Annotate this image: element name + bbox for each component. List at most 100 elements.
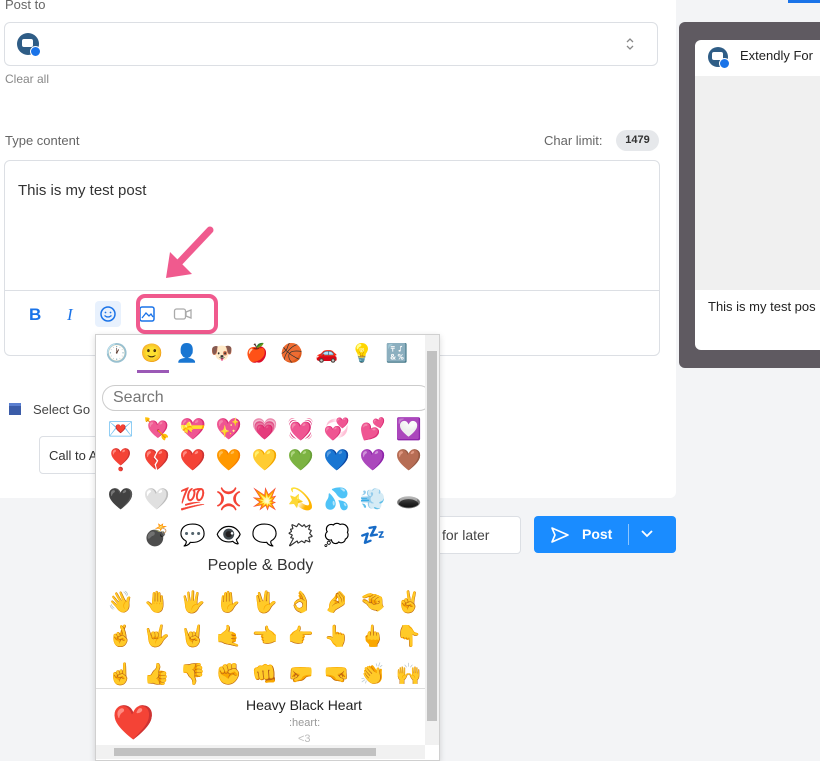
annotation-arrow	[166, 226, 214, 278]
content-editor[interactable]: This is my test post B I	[4, 160, 660, 356]
emoji-item[interactable]: 💔	[140, 448, 174, 474]
content-text[interactable]: This is my test post	[18, 182, 146, 199]
smiley-icon	[100, 306, 116, 322]
emoji-item[interactable]: 💯	[176, 487, 210, 513]
preview-emoji-code: :heart:	[289, 717, 321, 729]
emoji-item[interactable]: ☝️	[104, 662, 138, 688]
emoji-item[interactable]: 💓	[284, 417, 318, 443]
emoji-item[interactable]: 🤘	[176, 624, 210, 650]
emoji-item[interactable]: 💬	[176, 523, 210, 549]
emoji-item[interactable]: 👋	[104, 590, 138, 616]
emoji-category-tab[interactable]: 🏀	[279, 343, 305, 364]
emoji-item[interactable]: 💙	[320, 448, 354, 474]
emoji-item[interactable]: 👊	[248, 662, 282, 688]
emoji-item[interactable]: 🖐️	[176, 590, 210, 616]
emoji-category-tab[interactable]: 🚗	[314, 343, 340, 364]
emoji-item[interactable]: 🗨️	[248, 523, 282, 549]
emoji-item[interactable]: 🧡	[212, 448, 246, 474]
emoji-item[interactable]: 🖤	[104, 487, 138, 513]
emoji-category-tab[interactable]: 💡	[349, 343, 375, 364]
emoji-item[interactable]: ✊	[212, 662, 246, 688]
send-icon	[551, 527, 569, 543]
emoji-item[interactable]: 💗	[248, 417, 282, 443]
emoji-item[interactable]: 👈	[248, 624, 282, 650]
emoji-item[interactable]: 👇	[392, 624, 426, 650]
emoji-item[interactable]: 💚	[284, 448, 318, 474]
emoji-item[interactable]: 🤎	[392, 448, 426, 474]
emoji-item[interactable]: 🤚	[140, 590, 174, 616]
emoji-item[interactable]: 🤏	[356, 590, 390, 616]
annotation-highlight-box	[136, 294, 218, 334]
emoji-item[interactable]: 💥	[248, 487, 282, 513]
call-to-action-text: Call to A	[49, 448, 98, 463]
emoji-item[interactable]: 🤜	[320, 662, 354, 688]
emoji-item[interactable]: 💕	[356, 417, 390, 443]
emoji-item[interactable]: ✋	[212, 590, 246, 616]
emoji-item[interactable]: 💖	[212, 417, 246, 443]
preview-post-text: This is my test pos	[708, 299, 816, 314]
emoji-item[interactable]: 👆	[320, 624, 354, 650]
italic-button[interactable]: I	[67, 305, 73, 325]
emoji-item[interactable]: 💞	[320, 417, 354, 443]
emoji-item[interactable]: 🤌	[320, 590, 354, 616]
chevron-down-icon[interactable]	[640, 529, 654, 539]
emoji-item[interactable]: 💨	[356, 487, 390, 513]
account-select[interactable]	[4, 22, 658, 66]
picker-scrollbar[interactable]	[425, 335, 439, 745]
emoji-item[interactable]: ✌️	[392, 590, 426, 616]
business-icon	[9, 403, 21, 415]
emoji-item[interactable]: 💦	[320, 487, 354, 513]
preview-emoji: ❤️	[112, 704, 155, 742]
emoji-category-tab[interactable]: 🔣	[384, 343, 410, 364]
emoji-category-tab[interactable]: 🍎	[244, 343, 270, 364]
emoji-category-tab[interactable]: 🙂	[139, 343, 165, 364]
emoji-item[interactable]: 👎	[176, 662, 210, 688]
post-to-label: Post to	[5, 0, 46, 12]
emoji-category-tab[interactable]: 👤	[174, 343, 200, 364]
emoji-item[interactable]: 🙌	[392, 662, 426, 688]
emoji-item[interactable]: 🤙	[212, 624, 246, 650]
emoji-item[interactable]: 👏	[356, 662, 390, 688]
clear-all-link[interactable]: Clear all	[5, 72, 49, 86]
emoji-item[interactable]: ❣️	[104, 448, 138, 474]
emoji-item[interactable]: 👍	[140, 662, 174, 688]
emoji-item[interactable]: 💢	[212, 487, 246, 513]
emoji-item[interactable]: 💭	[320, 523, 354, 549]
emoji-item[interactable]: 🤍	[140, 487, 174, 513]
emoji-search-input[interactable]	[102, 385, 432, 411]
emoji-category-tab[interactable]: 🕐	[104, 343, 130, 364]
emoji-item[interactable]: 👉	[284, 624, 318, 650]
emoji-item[interactable]: 🤛	[284, 662, 318, 688]
category-active-indicator	[137, 370, 169, 373]
emoji-item[interactable]: 🗯️	[284, 523, 318, 549]
emoji-picker: 🕐🙂👤🐶🍎🏀🚗💡🔣 💌💘💝💖💗💓💞💕💟❣️💔❤️🧡💛💚💙💜🤎🖤🤍💯💢💥💫💦💨🕳️…	[95, 334, 440, 761]
emoji-category-tab[interactable]: 🐶	[209, 343, 235, 364]
emoji-item[interactable]: 👌	[284, 590, 318, 616]
toolbar-divider	[5, 290, 659, 291]
preview-panel: Extendly For This is my test pos	[679, 22, 820, 368]
emoji-item[interactable]: 💝	[176, 417, 210, 443]
emoji-item[interactable]: 💣	[140, 523, 174, 549]
emoji-item[interactable]: 🖖	[248, 590, 282, 616]
emoji-item[interactable]: 💟	[392, 417, 426, 443]
post-button[interactable]: Post	[534, 516, 676, 553]
emoji-item[interactable]: ❤️	[176, 448, 210, 474]
emoji-item[interactable]: 💫	[284, 487, 318, 513]
emoji-item[interactable]: 👁️‍🗨️	[212, 523, 246, 549]
emoji-item[interactable]: 💛	[248, 448, 282, 474]
emoji-item[interactable]: 💜	[356, 448, 390, 474]
emoji-item[interactable]: 🤞	[104, 624, 138, 650]
type-content-label: Type content	[5, 133, 80, 148]
account-avatar	[17, 33, 41, 57]
emoji-item[interactable]: 💤	[356, 523, 390, 549]
picker-h-scrollbar[interactable]	[96, 745, 425, 759]
emoji-item[interactable]: 💘	[140, 417, 174, 443]
emoji-item[interactable]: 🖕	[356, 624, 390, 650]
picker-scrollbar-thumb[interactable]	[427, 351, 437, 721]
emoji-item[interactable]: 🕳️	[392, 487, 426, 513]
emoji-item[interactable]: 🤟	[140, 624, 174, 650]
emoji-button[interactable]	[95, 301, 121, 327]
preview-emoji-alt: <3	[298, 733, 311, 745]
emoji-item[interactable]: 💌	[104, 417, 138, 443]
bold-button[interactable]: B	[29, 305, 41, 325]
